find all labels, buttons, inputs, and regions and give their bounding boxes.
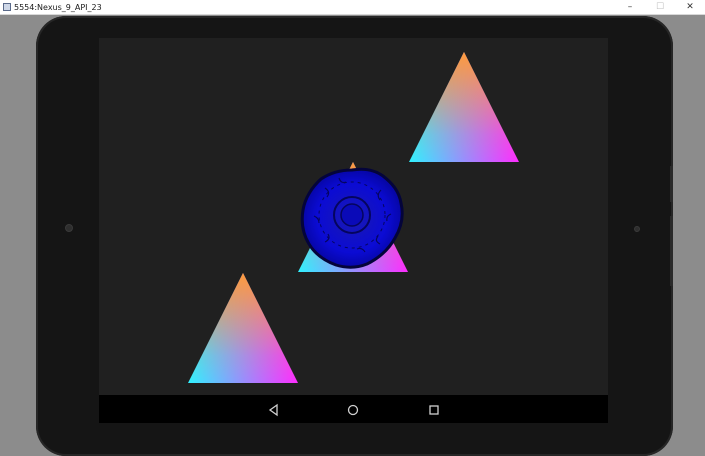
window-title: 5554:Nexus_9_API_23 bbox=[14, 2, 102, 12]
recents-square-icon bbox=[429, 405, 439, 415]
opengl-scene bbox=[188, 52, 519, 383]
minimize-button[interactable]: – bbox=[615, 0, 645, 14]
home-circle-icon bbox=[347, 404, 359, 416]
emulator-screen[interactable] bbox=[99, 38, 608, 395]
device-power-button[interactable] bbox=[670, 166, 673, 202]
nav-recents-button[interactable] bbox=[427, 402, 441, 416]
window-controls: – ☐ ✕ bbox=[615, 0, 705, 14]
triangle-top-right bbox=[409, 52, 519, 162]
device-volume-button[interactable] bbox=[670, 216, 673, 286]
nav-back-button[interactable] bbox=[267, 402, 281, 417]
maximize-icon: ☐ bbox=[655, 2, 665, 12]
right-sensor-icon bbox=[634, 226, 640, 232]
minimize-icon: – bbox=[627, 2, 633, 12]
close-icon: ✕ bbox=[686, 2, 694, 12]
triangle-bottom-left bbox=[188, 273, 298, 383]
android-navigation-bar bbox=[99, 395, 608, 423]
left-sensor-icon bbox=[65, 224, 73, 232]
nav-home-button[interactable] bbox=[346, 402, 360, 416]
maximize-button[interactable]: ☐ bbox=[645, 0, 675, 14]
app-window-icon bbox=[3, 3, 11, 11]
window-title-bar: 5554:Nexus_9_API_23 – ☐ ✕ bbox=[0, 0, 705, 15]
close-button[interactable]: ✕ bbox=[675, 0, 705, 14]
back-triangle-icon bbox=[268, 403, 278, 417]
